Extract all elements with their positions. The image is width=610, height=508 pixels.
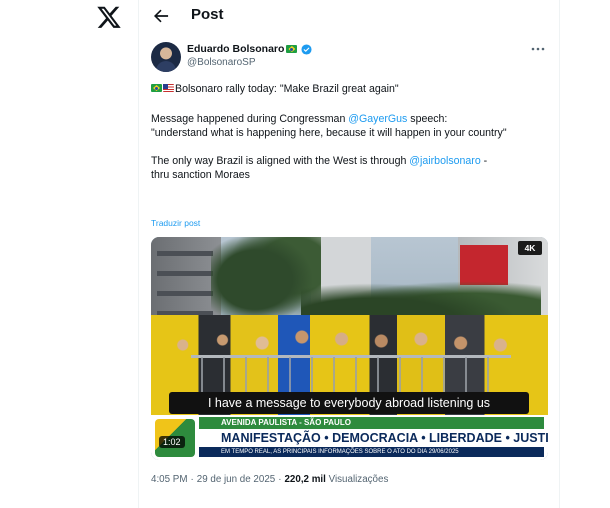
video-frame-railing-bars	[201, 357, 501, 397]
lower-third-title: MANIFESTAÇÃO • DEMOCRACIA • LIBERDADE • …	[221, 431, 548, 445]
tweet-line-1: Bolsonaro rally today: "Make Brazil grea…	[151, 82, 547, 96]
meta-separator: ·	[190, 474, 194, 485]
verified-badge-icon[interactable]	[301, 43, 312, 55]
lower-third-location: AVENIDA PAULISTA - SÃO PAULO	[221, 418, 351, 427]
more-options-icon[interactable]	[531, 44, 545, 54]
avatar[interactable]	[151, 42, 181, 72]
post-date[interactable]: 29 de jun de 2025	[197, 474, 275, 485]
mention-gayergus[interactable]: @GayerGus	[348, 113, 407, 125]
author-handle[interactable]: @BolsonaroSP	[187, 57, 256, 68]
us-flag-icon	[163, 84, 174, 92]
views-count: 220,2 mil	[284, 474, 326, 485]
views-label: Visualizações	[328, 474, 389, 485]
tweet-paragraph-2: Message happened during Congressman @Gay…	[151, 112, 547, 140]
broadcast-lower-third: AVENIDA PAULISTA - SÃO PAULO MANIFESTAÇÃ…	[151, 415, 548, 460]
tweet-paragraph-3-text: The only way Brazil is aligned with the …	[151, 155, 410, 167]
post-time[interactable]: 4:05 PM	[151, 474, 188, 485]
tweet-line-1-text: Bolsonaro rally today: "Make Brazil grea…	[175, 83, 399, 95]
tweet-paragraph-2-text: Message happened during Congressman	[151, 113, 349, 125]
video-duration: 1:02	[159, 436, 185, 448]
lower-third-ticker: EM TEMPO REAL, AS PRINCIPAIS INFORMAÇÕES…	[199, 447, 544, 457]
arrow-left-icon[interactable]	[151, 6, 171, 26]
post-detail-column: Post Eduardo Bolsonaro @BolsonaroSP Bols…	[138, 0, 560, 508]
video-player[interactable]: 4K I have a message to everybody abroad …	[151, 237, 548, 460]
mention-jairbolsonaro[interactable]: @jairbolsonaro	[409, 155, 480, 167]
video-caption: I have a message to everybody abroad lis…	[169, 392, 529, 414]
tweet-paragraph-3: The only way Brazil is aligned with the …	[151, 154, 547, 182]
tweet-text: Bolsonaro rally today: "Make Brazil grea…	[151, 82, 547, 196]
author-name-row: Eduardo Bolsonaro	[187, 43, 312, 55]
quality-badge: 4K	[518, 241, 542, 255]
brazil-flag-icon	[286, 45, 298, 53]
post-metadata: 4:05 PM · 29 de jun de 2025 · 220,2 mil Visu…	[151, 474, 388, 485]
left-nav-rail	[0, 0, 138, 508]
author-display-name[interactable]: Eduardo Bolsonaro	[187, 43, 284, 55]
brazil-flag-icon	[151, 84, 162, 92]
translate-post-link[interactable]: Traduzir post	[151, 218, 200, 228]
meta-separator: ·	[278, 474, 282, 485]
post-header: Post	[139, 0, 559, 34]
x-logo-icon[interactable]	[96, 4, 122, 30]
page-title: Post	[191, 6, 224, 23]
